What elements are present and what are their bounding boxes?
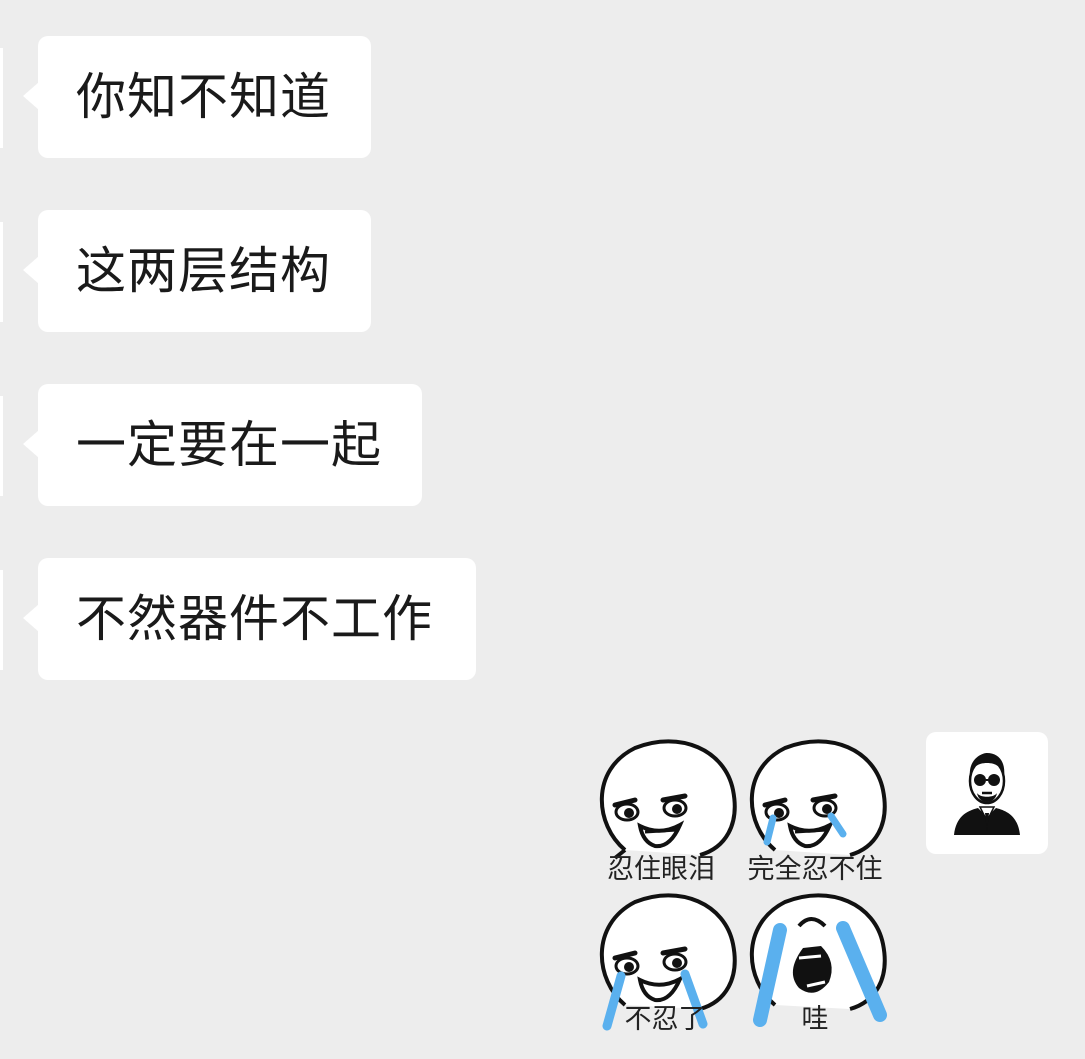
face-hold-tears: 忍住眼泪: [599, 739, 737, 885]
sticker-caption: 完全忍不住: [748, 854, 883, 885]
message-text: 这两层结构: [76, 242, 331, 300]
crying-face-sticker[interactable]: 忍住眼泪 完全忍不住 不忍了 哇: [585, 730, 895, 1040]
face-wail: 哇: [749, 893, 887, 1035]
message-text: 你知不知道: [76, 68, 331, 126]
message-bubble[interactable]: 不然器件不工作: [23, 558, 476, 680]
self-avatar[interactable]: [926, 732, 1048, 854]
avatar-edge-3: [0, 396, 3, 496]
message-text: 不然器件不工作: [76, 590, 433, 648]
message-bubble[interactable]: 你知不知道: [23, 36, 371, 158]
sticker-caption: 不忍了: [625, 1004, 706, 1035]
message-bubble[interactable]: 这两层结构: [23, 210, 371, 332]
sticker-caption: 哇: [802, 1004, 829, 1035]
message-text: 一定要在一起: [76, 416, 382, 474]
avatar-edge-2: [0, 222, 3, 322]
message-bubble[interactable]: 一定要在一起: [23, 384, 422, 506]
sticker-caption: 忍住眼泪: [607, 854, 715, 885]
man-with-sunglasses-avatar-icon: [954, 753, 1020, 835]
avatar-edge-4: [0, 570, 3, 670]
face-cry: 完全忍不住: [748, 739, 887, 885]
avatar-edge-1: [0, 48, 3, 148]
crying-face-sticker-icon: 忍住眼泪 完全忍不住 不忍了 哇: [599, 739, 887, 1035]
face-give-up: 不忍了: [599, 893, 737, 1035]
chat-message-area[interactable]: 你知不知道 这两层结构 一定要在一起 不然器件不工作 忍住眼泪 完全忍不住 不忍…: [0, 0, 1085, 1059]
